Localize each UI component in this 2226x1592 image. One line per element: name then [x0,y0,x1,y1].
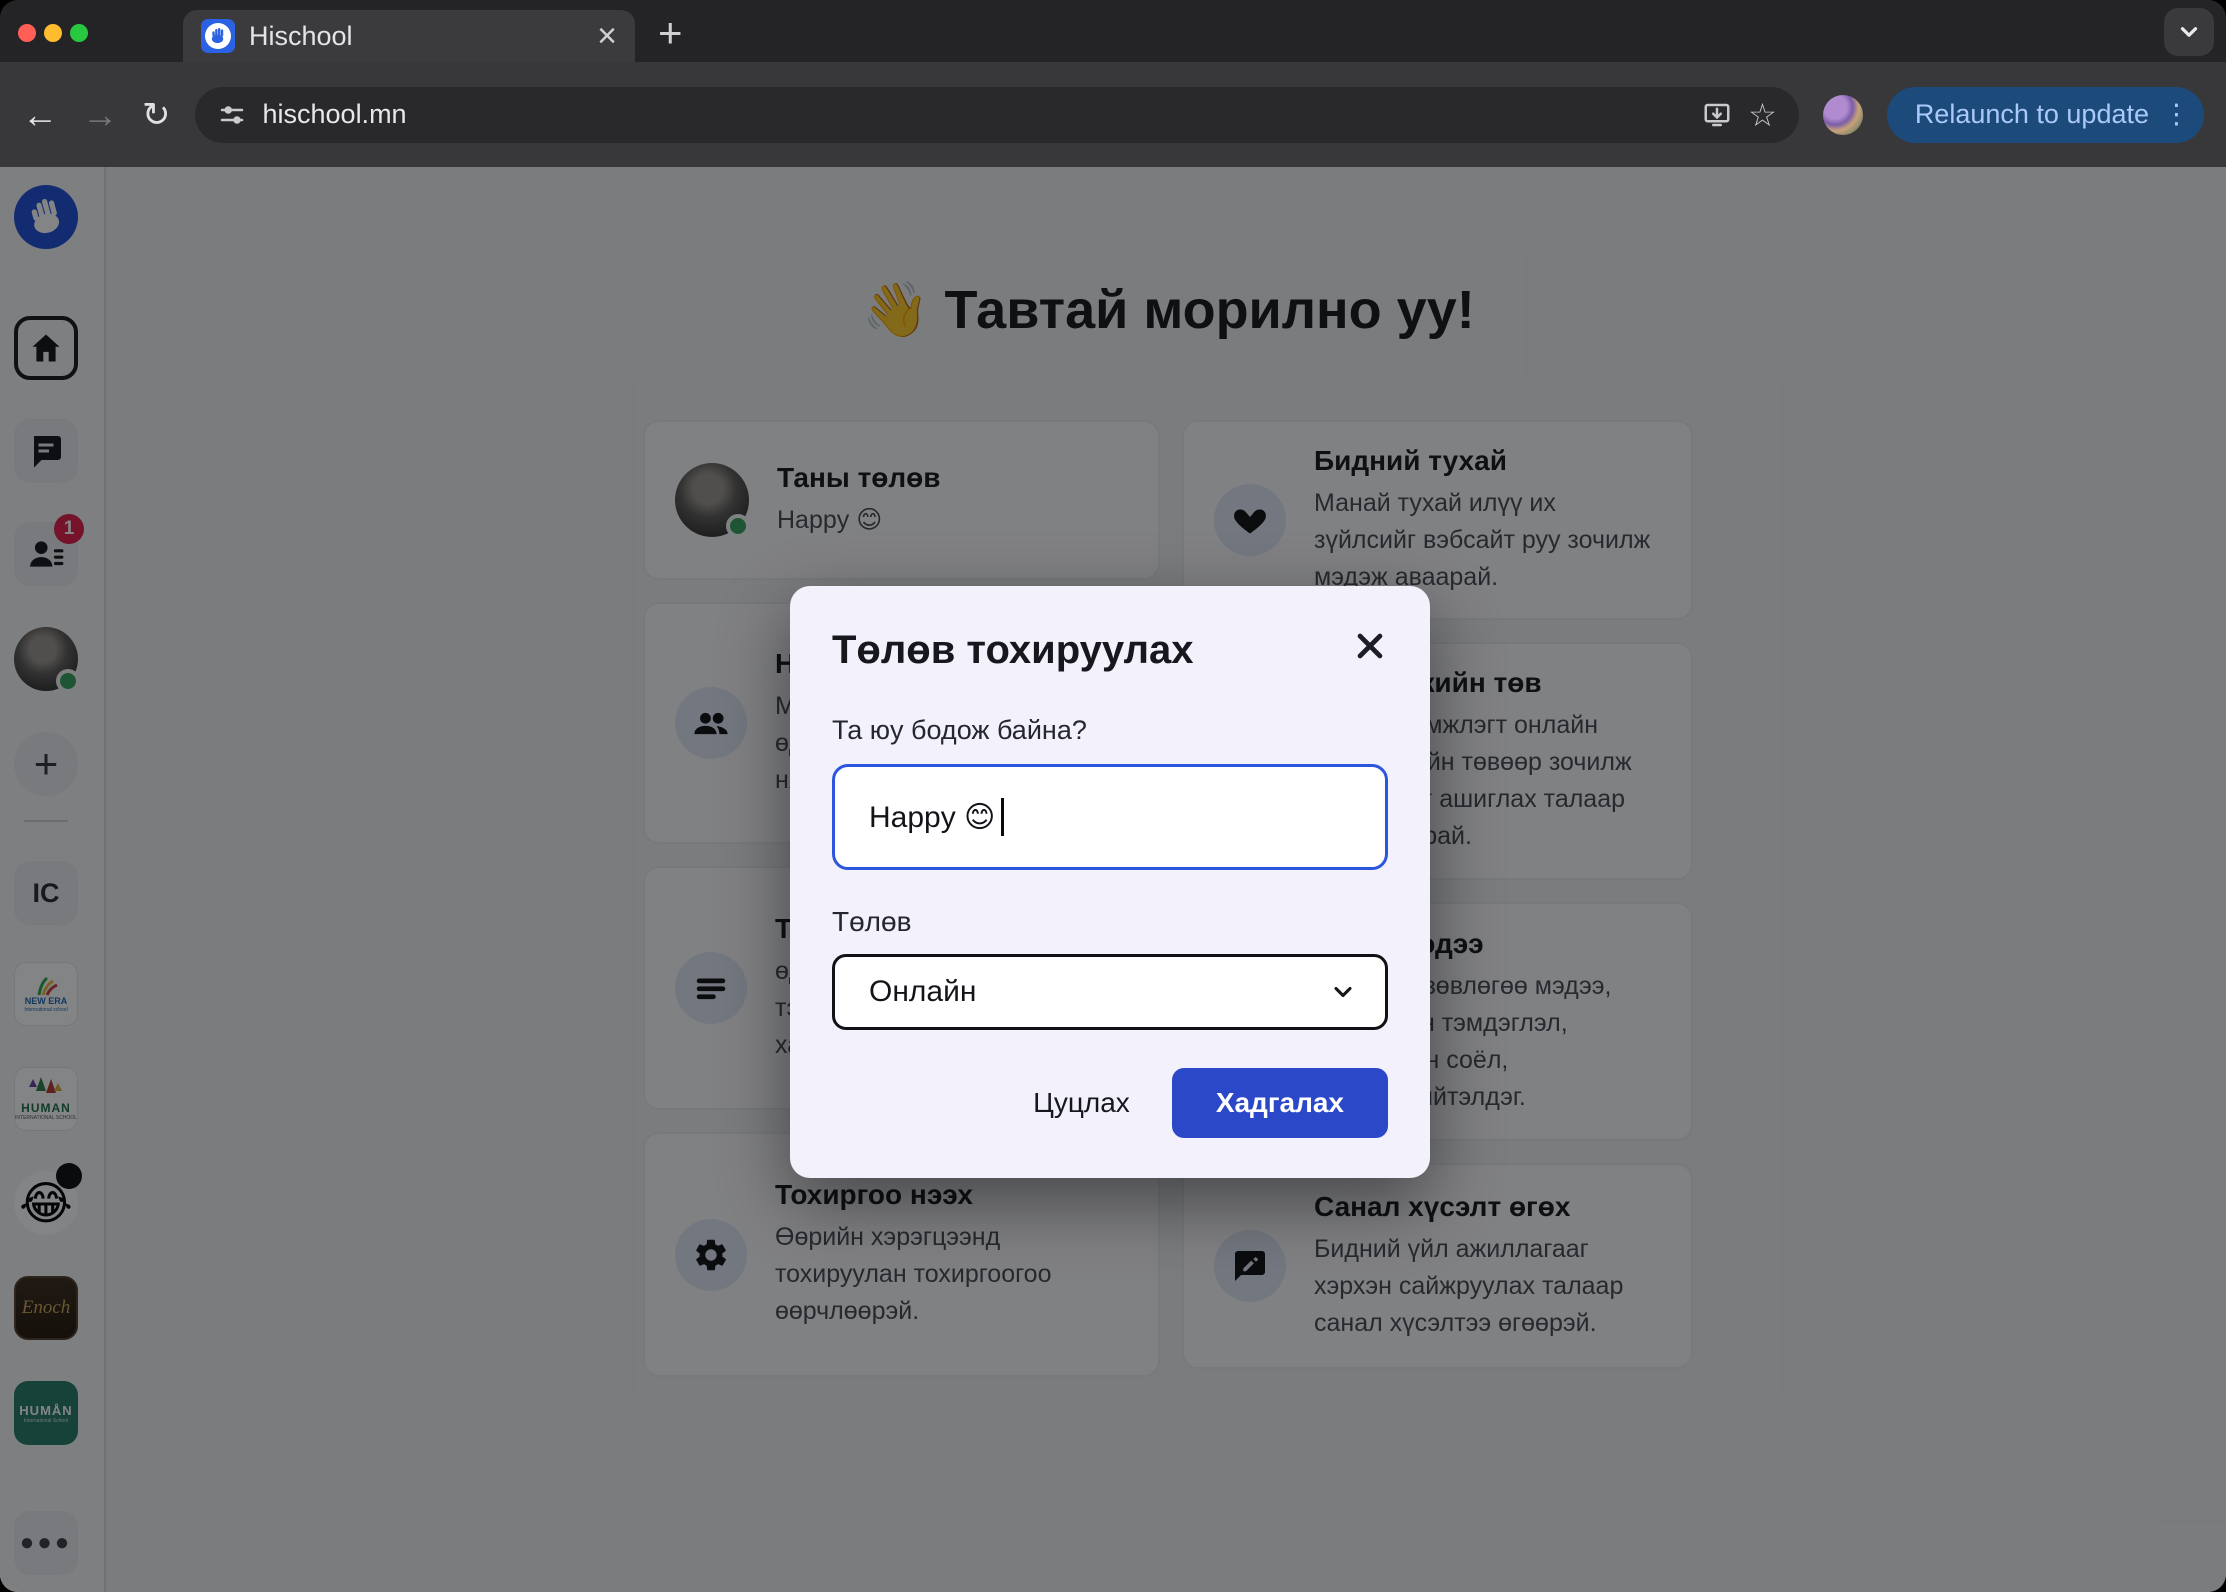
status-text-input[interactable]: Happy 😊 [832,764,1388,870]
forward-button[interactable]: → [82,97,118,133]
set-status-modal: Төлөв тохируулах Та юу бодож байна? Happ… [790,586,1430,1178]
browser-toolbar: ← → ↻ hischool.mn ☆ Relaunch to update ⋮ [0,62,2226,167]
status-question-label: Та юу бодож байна? [832,715,1388,746]
status-select[interactable]: Онлайн [832,954,1388,1030]
chevron-down-icon [2176,19,2202,45]
browser-profile-avatar[interactable] [1823,95,1863,135]
tab-strip: Hischool × + [0,0,2226,62]
modal-footer: Цуцлах Хадгалах [832,1068,1388,1138]
back-button[interactable]: ← [22,97,58,133]
window-zoom-button[interactable] [70,24,88,42]
cancel-button[interactable]: Цуцлах [1033,1087,1130,1119]
bookmark-star-icon[interactable]: ☆ [1748,96,1777,134]
status-select-label: Төлөв [832,906,1388,938]
tab-close-icon[interactable]: × [597,19,617,53]
browser-window: Hischool × + ← → ↻ hischool.mn ☆ Relaunc… [0,0,2226,1592]
chevron-down-icon [1329,978,1357,1006]
tab-title: Hischool [249,21,583,52]
modal-title: Төлөв тохируулах [832,628,1388,673]
install-app-icon[interactable] [1702,100,1732,130]
reload-button[interactable]: ↻ [142,98,171,132]
tab-favicon-icon [201,19,235,53]
window-close-button[interactable] [18,24,36,42]
site-settings-icon[interactable] [217,100,247,130]
close-icon[interactable] [1350,626,1390,666]
browser-tab[interactable]: Hischool × [183,10,635,62]
address-bar[interactable]: hischool.mn ☆ [195,87,1799,143]
text-caret [1001,798,1004,836]
window-minimize-button[interactable] [44,24,62,42]
relaunch-to-update-button[interactable]: Relaunch to update ⋮ [1887,87,2204,143]
tab-search-button[interactable] [2164,8,2214,56]
new-tab-button[interactable]: + [658,12,683,54]
browser-menu-icon[interactable]: ⋮ [2163,101,2190,128]
save-button[interactable]: Хадгалах [1172,1068,1388,1138]
url-text[interactable]: hischool.mn [263,99,1687,130]
page-content: 1 + IC NEW ERA International school HUMA… [0,167,2226,1592]
relaunch-label: Relaunch to update [1915,99,2149,130]
